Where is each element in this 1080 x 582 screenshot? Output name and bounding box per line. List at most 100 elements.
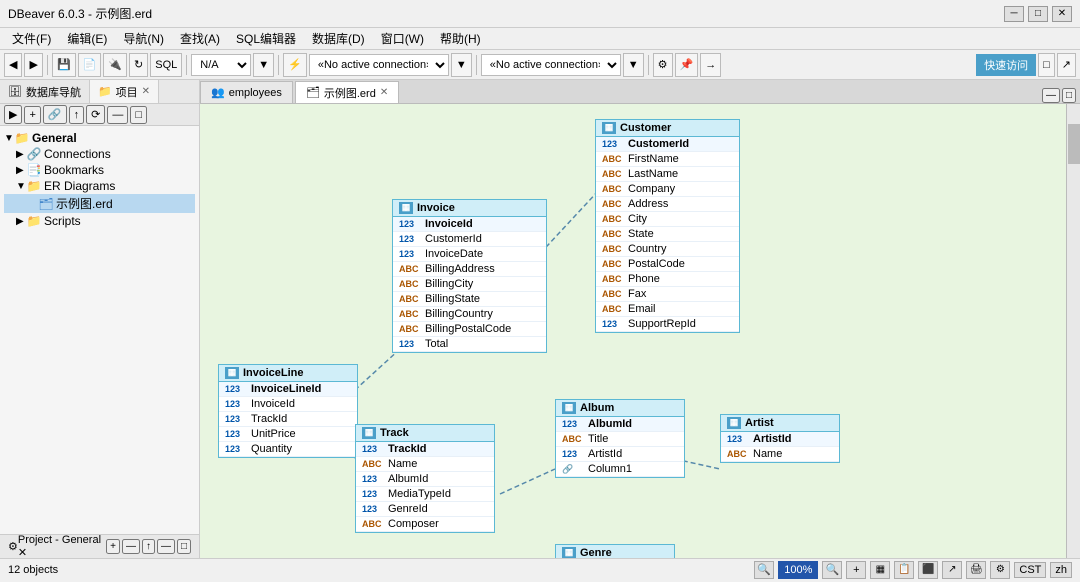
toolbar-settings[interactable]: ⚙ <box>653 53 673 77</box>
toolbar-new[interactable]: 📄 <box>78 53 102 77</box>
label-scripts: Scripts <box>44 214 81 228</box>
toolbar-extra2[interactable]: ↗ <box>1057 53 1076 77</box>
status-icon5[interactable]: 🖨 <box>966 561 986 579</box>
conn2-arrow[interactable]: ▼ <box>623 53 644 77</box>
toolbar-extra1[interactable]: □ <box>1038 53 1055 77</box>
toolbar-conn-icon[interactable]: ⚡ <box>283 53 307 77</box>
toolbar-sep5 <box>648 55 649 75</box>
toolbar-connect[interactable]: 🔌 <box>103 53 127 77</box>
menu-help[interactable]: 帮助(H) <box>432 28 489 49</box>
table-track[interactable]: ▦ Track 123 TrackId ABC Name 123 AlbumId… <box>355 424 495 533</box>
maximize-button[interactable]: □ <box>1028 6 1048 22</box>
table-genre[interactable]: ▦ Genre 123 GenreId <box>555 544 675 558</box>
tree-item-scripts[interactable]: ▶ 📁 Scripts <box>4 213 195 229</box>
project-tab[interactable]: 📁 项目 ✕ <box>90 80 159 103</box>
customer-field-id: 123 CustomerId <box>596 137 739 152</box>
ft-trkalbumid: 123 <box>362 474 384 484</box>
status-icon4[interactable]: ↗ <box>942 561 962 579</box>
toolbar-arrow-right[interactable]: → <box>700 53 721 77</box>
tree-item-erdiagrams[interactable]: ▼ 📁 ER Diagrams <box>4 178 195 194</box>
ft-trkname: ABC <box>362 459 384 469</box>
table-customer[interactable]: ▦ Customer 123 CustomerId ABC FirstName … <box>595 119 740 333</box>
project-tab-close[interactable]: ✕ <box>142 86 150 97</box>
arrow-scripts: ▶ <box>16 216 26 227</box>
tree-item-erd[interactable]: 🗂 示例图.erd <box>4 194 195 213</box>
ft-invstate: ABC <box>399 294 421 304</box>
il-field-id: 123 InvoiceLineId <box>219 382 357 397</box>
fn-artistname: Name <box>753 448 782 460</box>
fn-invcity: BillingCity <box>425 278 473 290</box>
fn-trkgenreid: GenreId <box>388 503 428 515</box>
erd-tab-close[interactable]: ✕ <box>380 87 388 98</box>
bl-btn3[interactable]: ↑ <box>142 539 155 554</box>
toolbar-save[interactable]: 💾 <box>52 53 76 77</box>
menubar: 文件(F) 编辑(E) 导航(N) 查找(A) SQL编辑器 数据库(D) 窗口… <box>0 28 1080 50</box>
bl-btn4[interactable]: — <box>157 539 175 554</box>
close-button[interactable]: ✕ <box>1052 6 1072 22</box>
toolbar-combo-arrow[interactable]: ▼ <box>253 53 274 77</box>
menu-db[interactable]: 数据库(D) <box>304 28 373 49</box>
invoice-field-city: ABC BillingCity <box>393 277 546 292</box>
toolbar-back[interactable]: ◀ <box>4 53 22 77</box>
panel-tb-min[interactable]: — <box>107 106 128 124</box>
ft-fax: ABC <box>602 289 624 299</box>
conn1-arrow[interactable]: ▼ <box>451 53 472 77</box>
table-artist[interactable]: ▦ Artist 123 ArtistId ABC Name <box>720 414 840 463</box>
fn-repid: SupportRepId <box>628 318 696 330</box>
tree-item-bookmarks[interactable]: ▶ 📑 Bookmarks <box>4 162 195 178</box>
table-invoiceline[interactable]: ▦ InvoiceLine 123 InvoiceLineId 123 Invo… <box>218 364 358 458</box>
panel-tb-up[interactable]: ↑ <box>69 106 85 124</box>
conn1-combo[interactable]: «No active connection» <box>309 54 449 76</box>
toolbar-refresh[interactable]: ↻ <box>129 53 148 77</box>
menu-nav[interactable]: 导航(N) <box>115 28 172 49</box>
panel-tb-sync[interactable]: ⟳ <box>86 105 105 124</box>
bl-btn1[interactable]: + <box>106 539 120 554</box>
menu-sql[interactable]: SQL编辑器 <box>228 28 304 49</box>
table-album[interactable]: ▦ Album 123 AlbumId ABC Title 123 Artist… <box>555 399 685 478</box>
locale-cst[interactable]: CST <box>1014 562 1046 578</box>
tree-item-connections[interactable]: ▶ 🔗 Connections <box>4 146 195 162</box>
etab-min[interactable]: — <box>1042 88 1060 103</box>
tree-item-general[interactable]: ▼ 📁 General <box>4 130 195 146</box>
panel-tb-link[interactable]: 🔗 <box>43 105 67 124</box>
na-combo[interactable]: N/A <box>191 54 251 76</box>
menu-find[interactable]: 查找(A) <box>172 28 228 49</box>
minimize-button[interactable]: ─ <box>1004 6 1024 22</box>
table-invoice[interactable]: ▦ Invoice 123 InvoiceId 123 CustomerId 1… <box>392 199 547 353</box>
status-icon3[interactable]: ⬛ <box>918 561 938 579</box>
zoom-in[interactable]: + <box>846 561 866 579</box>
locale-zh[interactable]: zh <box>1050 562 1072 578</box>
artist-name: Artist <box>745 417 774 429</box>
fn-trkname: Name <box>388 458 417 470</box>
scrollbar-thumb[interactable] <box>1068 124 1080 164</box>
canvas-scrollbar[interactable] <box>1066 104 1080 558</box>
customer-field-postal: ABC PostalCode <box>596 257 739 272</box>
toolbar-forward[interactable]: ▶ <box>24 53 42 77</box>
etab-max[interactable]: □ <box>1062 88 1076 103</box>
db-nav-tab[interactable]: 🗄 数据库导航 <box>0 80 90 103</box>
menu-file[interactable]: 文件(F) <box>4 28 59 49</box>
tab-employees[interactable]: 👥 employees <box>200 81 293 103</box>
bl-btn2[interactable]: — <box>122 539 140 554</box>
left-panel: 🗄 数据库导航 📁 项目 ✕ ▶ + 🔗 ↑ ⟳ — □ ▼ 📁 General <box>0 80 200 558</box>
status-icon2[interactable]: 📋 <box>894 561 914 579</box>
tab-erd[interactable]: 🗂 示例图.erd ✕ <box>295 81 399 103</box>
field-name-customerid: CustomerId <box>628 138 689 150</box>
bl-btn5[interactable]: □ <box>177 539 191 554</box>
invoice-header: ▦ Invoice <box>393 200 546 217</box>
invoice-field-custid: 123 CustomerId <box>393 232 546 247</box>
menu-window[interactable]: 窗口(W) <box>373 28 432 49</box>
toolbar-sql[interactable]: SQL <box>150 53 182 77</box>
panel-tb-add[interactable]: + <box>24 106 40 124</box>
status-icon6[interactable]: ⚙ <box>990 561 1010 579</box>
quick-access-button[interactable]: 快速访问 <box>976 54 1036 76</box>
toolbar-bookmark[interactable]: 📌 <box>675 53 699 77</box>
panel-tb-collapse[interactable]: ▶ <box>4 105 22 124</box>
menu-edit[interactable]: 编辑(E) <box>59 28 115 49</box>
zoom-search[interactable]: 🔍 <box>754 561 774 579</box>
status-icon1[interactable]: ▦ <box>870 561 890 579</box>
conn2-combo[interactable]: «No active connection» <box>481 54 621 76</box>
panel-tb-max[interactable]: □ <box>130 106 147 124</box>
er-canvas[interactable]: ▦ Customer 123 CustomerId ABC FirstName … <box>200 104 1080 558</box>
zoom-out[interactable]: 🔍 <box>822 561 842 579</box>
